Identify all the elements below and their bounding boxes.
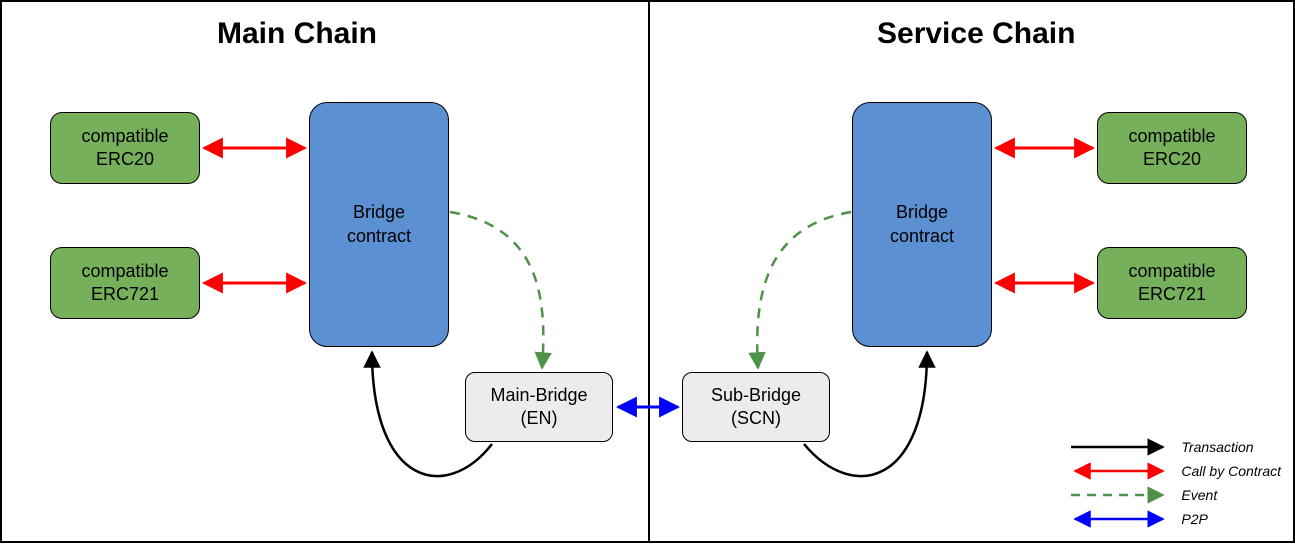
title-main-chain: Main Chain <box>217 17 377 51</box>
node-right-erc20: compatible ERC20 <box>1097 112 1247 184</box>
node-left-erc20: compatible ERC20 <box>50 112 200 184</box>
legend-label-call: Call by Contract <box>1181 463 1281 479</box>
node-left-erc721: compatible ERC721 <box>50 247 200 319</box>
legend-label-transaction: Transaction <box>1181 439 1253 455</box>
legend: Transaction Call by Contract Event P2P <box>1069 435 1281 531</box>
diagram-canvas: Main Chain Service Chain compatible ERC2… <box>0 0 1295 543</box>
legend-arrow-event-icon <box>1069 485 1169 505</box>
title-service-chain: Service Chain <box>877 17 1075 51</box>
legend-p2p: P2P <box>1069 507 1281 531</box>
node-main-bridge: Main-Bridge (EN) <box>465 372 613 442</box>
center-divider <box>648 2 650 541</box>
legend-transaction: Transaction <box>1069 435 1281 459</box>
node-left-bridge-contract: Bridge contract <box>309 102 449 347</box>
legend-arrow-call-icon <box>1069 461 1169 481</box>
arrow-right-event <box>757 212 851 368</box>
arrow-left-event <box>450 212 543 368</box>
legend-arrow-transaction-icon <box>1069 437 1169 457</box>
legend-call-by-contract: Call by Contract <box>1069 459 1281 483</box>
legend-arrow-p2p-icon <box>1069 509 1169 529</box>
legend-label-event: Event <box>1181 487 1217 503</box>
legend-event: Event <box>1069 483 1281 507</box>
legend-label-p2p: P2P <box>1181 511 1207 527</box>
node-sub-bridge: Sub-Bridge (SCN) <box>682 372 830 442</box>
node-right-bridge-contract: Bridge contract <box>852 102 992 347</box>
node-right-erc721: compatible ERC721 <box>1097 247 1247 319</box>
